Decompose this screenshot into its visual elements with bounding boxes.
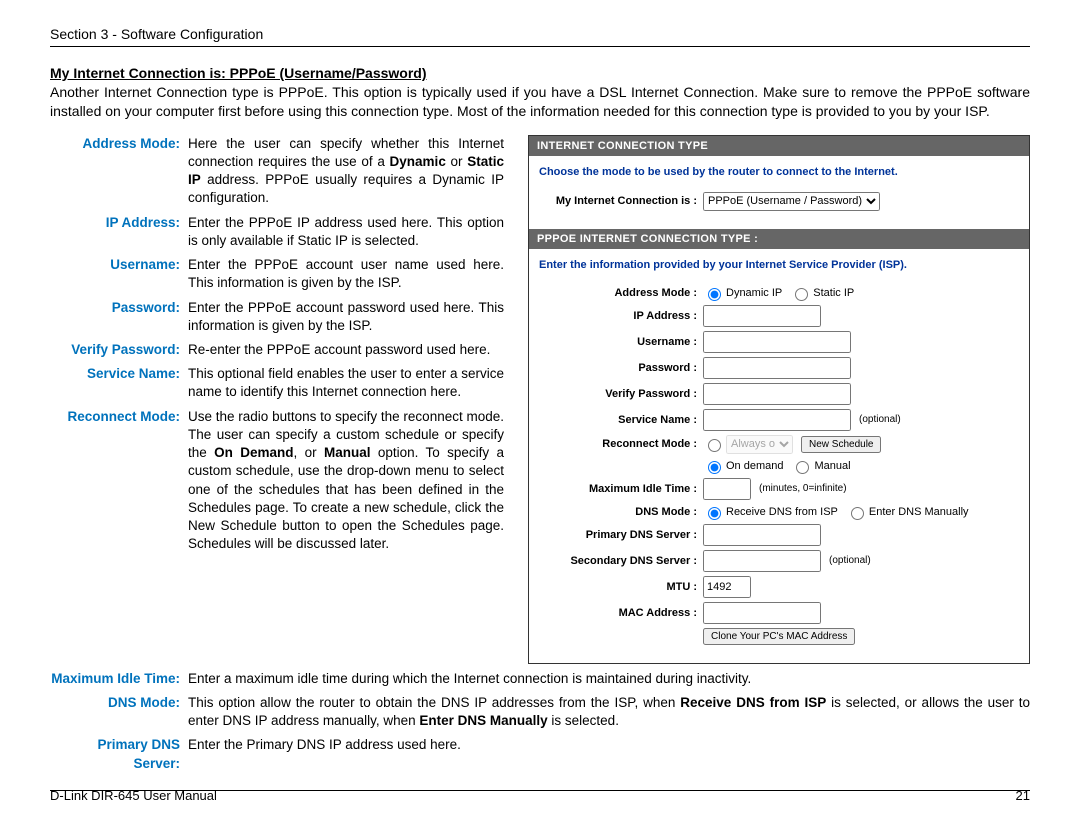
def-text-username: Enter the PPPoE account user name used h…	[188, 256, 504, 292]
input-pdns[interactable]	[703, 524, 821, 546]
radio-on-demand[interactable]	[708, 461, 721, 474]
form-label-address-mode: Address Mode :	[537, 287, 703, 299]
def-text-ip: Enter the PPPoE IP address used here. Th…	[188, 214, 504, 250]
optional-note-sdns: (optional)	[829, 555, 871, 566]
form-label-user: Username :	[537, 336, 703, 348]
def-text-password: Enter the PPPoE account password used he…	[188, 299, 504, 335]
def-label-verify-password: Verify Password:	[50, 341, 188, 359]
input-idle[interactable]	[703, 478, 751, 500]
radio-label-dynamic: Dynamic IP	[726, 287, 782, 299]
def-label-ip: IP Address:	[50, 214, 188, 250]
input-service-name[interactable]	[703, 409, 851, 431]
def-text-dns-mode: This option allow the router to obtain t…	[188, 694, 1030, 730]
radio-label-dns-manual: Enter DNS Manually	[869, 506, 969, 518]
clone-mac-button[interactable]: Clone Your PC's MAC Address	[703, 628, 855, 645]
form-label-svc: Service Name :	[537, 414, 703, 426]
input-ip[interactable]	[703, 305, 821, 327]
def-text-primary-dns: Enter the Primary DNS IP address used he…	[188, 736, 461, 772]
def-label-reconnect-mode: Reconnect Mode:	[50, 408, 188, 554]
input-password[interactable]	[703, 357, 851, 379]
radio-label-on-demand: On demand	[726, 460, 783, 472]
input-mtu[interactable]	[703, 576, 751, 598]
panel-note-1: Choose the mode to be used by the router…	[529, 156, 1029, 182]
panel-note-2: Enter the information provided by your I…	[529, 249, 1029, 275]
def-label-username: Username:	[50, 256, 188, 292]
radio-always[interactable]	[708, 439, 721, 452]
idle-hint: (minutes, 0=infinite)	[759, 483, 847, 494]
input-verify-password[interactable]	[703, 383, 851, 405]
section-header: Section 3 - Software Configuration	[50, 26, 1030, 42]
def-label-dns-mode: DNS Mode:	[50, 694, 188, 730]
radio-dynamic-ip[interactable]	[708, 288, 721, 301]
always-select[interactable]: Always o	[726, 435, 793, 454]
def-label-password: Password:	[50, 299, 188, 335]
def-text-verify-password: Re-enter the PPPoE account password used…	[188, 341, 490, 359]
form-label-ip: IP Address :	[537, 310, 703, 322]
panel-header-ict: INTERNET CONNECTION TYPE	[529, 136, 1029, 156]
form-label-connection: My Internet Connection is :	[537, 195, 703, 207]
router-panel: INTERNET CONNECTION TYPE Choose the mode…	[528, 135, 1030, 664]
optional-note-svc: (optional)	[859, 414, 901, 425]
input-sdns[interactable]	[703, 550, 821, 572]
page-title: My Internet Connection is: PPPoE (Userna…	[50, 65, 1030, 81]
form-label-pdns: Primary DNS Server :	[537, 529, 703, 541]
def-label-max-idle: Maximum Idle Time:	[50, 670, 188, 688]
form-label-sdns: Secondary DNS Server :	[537, 555, 703, 567]
radio-dns-isp[interactable]	[708, 507, 721, 520]
connection-select[interactable]: PPPoE (Username / Password)	[703, 192, 880, 211]
def-text-max-idle: Enter a maximum idle time during which t…	[188, 670, 751, 688]
radio-label-static: Static IP	[813, 287, 854, 299]
def-label-address-mode: Address Mode:	[50, 135, 188, 208]
footer-page-number: 21	[1016, 788, 1030, 803]
form-label-dnsmode: DNS Mode :	[537, 506, 703, 518]
radio-label-manual: Manual	[814, 460, 850, 472]
def-text-address-mode: Here the user can specify whether this I…	[188, 135, 504, 208]
footer-left: D-Link DIR-645 User Manual	[50, 788, 217, 803]
radio-dns-manual[interactable]	[851, 507, 864, 520]
def-text-service-name: This optional field enables the user to …	[188, 365, 504, 401]
form-label-vpass: Verify Password :	[537, 388, 703, 400]
form-label-idle: Maximum Idle Time :	[537, 483, 703, 495]
def-label-primary-dns: Primary DNS Server:	[50, 736, 188, 772]
top-rule	[50, 46, 1030, 47]
form-label-recon: Reconnect Mode :	[537, 438, 703, 450]
new-schedule-button[interactable]: New Schedule	[801, 436, 881, 453]
form-label-mtu: MTU :	[537, 581, 703, 593]
def-label-service-name: Service Name:	[50, 365, 188, 401]
intro-paragraph: Another Internet Connection type is PPPo…	[50, 83, 1030, 121]
panel-header-pppoe: PPPOE INTERNET CONNECTION TYPE :	[529, 229, 1029, 249]
input-username[interactable]	[703, 331, 851, 353]
form-label-mac: MAC Address :	[537, 607, 703, 619]
input-mac[interactable]	[703, 602, 821, 624]
radio-manual[interactable]	[796, 461, 809, 474]
def-text-reconnect-mode: Use the radio buttons to specify the rec…	[188, 408, 504, 554]
form-label-pass: Password :	[537, 362, 703, 374]
radio-label-dns-isp: Receive DNS from ISP	[726, 506, 838, 518]
radio-static-ip[interactable]	[795, 288, 808, 301]
